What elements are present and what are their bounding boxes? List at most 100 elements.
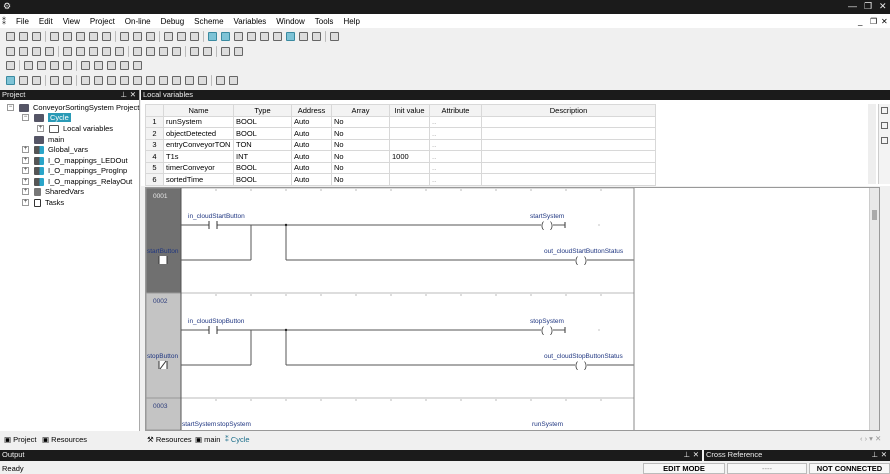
- grid2-icon[interactable]: [203, 47, 212, 56]
- table-row[interactable]: 6 sortedTime BOOL Auto No..: [145, 173, 656, 186]
- ladder-editor[interactable]: 0001 in_cloudStartButton startButton() star…: [145, 187, 880, 431]
- tree-item-local-variables[interactable]: + Local variables: [37, 124, 113, 133]
- table-row[interactable]: 4 T1s INT Auto No 1000..: [145, 150, 656, 163]
- view-tasks-icon[interactable]: [299, 32, 308, 41]
- scroll-thumb[interactable]: [872, 210, 877, 220]
- table-cell[interactable]: entryConveyorTON: [163, 138, 234, 151]
- save-icon[interactable]: [32, 32, 41, 41]
- menu-scheme[interactable]: Scheme: [194, 17, 223, 26]
- tree-item-global-vars[interactable]: + Global_vars: [22, 145, 88, 154]
- tree-item-main[interactable]: main: [34, 135, 64, 144]
- col-address[interactable]: Address: [291, 104, 332, 117]
- col-init-value[interactable]: Init value: [389, 104, 430, 117]
- menu-online[interactable]: On-line: [125, 17, 151, 26]
- flash-icon[interactable]: [115, 47, 124, 56]
- tree-item-io-ledout[interactable]: + I_O_mappings_LEDOut: [22, 156, 128, 165]
- disconnect-icon[interactable]: [45, 47, 54, 56]
- tree-item-io-proginp[interactable]: + I_O_mappings_ProgInp: [22, 166, 127, 175]
- table-cell[interactable]: Auto: [291, 173, 332, 186]
- table-icon[interactable]: [172, 47, 181, 56]
- menu-project[interactable]: Project: [90, 17, 115, 26]
- table-cell[interactable]: ..: [429, 127, 482, 140]
- table-cell[interactable]: ..: [429, 138, 482, 151]
- network-icon[interactable]: [881, 137, 888, 144]
- table-cell[interactable]: [481, 161, 656, 174]
- rung-number-cell[interactable]: [146, 292, 182, 399]
- table-cell[interactable]: BOOL: [233, 173, 292, 186]
- table-row[interactable]: 5 timerConveyor BOOL Auto No..: [145, 161, 656, 174]
- connect-icon[interactable]: [32, 47, 41, 56]
- table-cell[interactable]: No: [331, 138, 390, 151]
- view-output-icon[interactable]: [234, 32, 243, 41]
- back-icon[interactable]: [221, 47, 230, 56]
- menu-tools[interactable]: Tools: [315, 17, 334, 26]
- undo-icon[interactable]: [50, 32, 59, 41]
- tree-item-shared-vars[interactable]: + SharedVars: [22, 187, 84, 196]
- table-cell[interactable]: Auto: [291, 115, 332, 128]
- graph-icon[interactable]: [159, 47, 168, 56]
- download-icon[interactable]: [6, 47, 15, 56]
- mdi-restore-button[interactable]: ❐: [870, 17, 877, 26]
- find-in-project-icon[interactable]: [146, 32, 155, 41]
- compile-icon[interactable]: [164, 32, 173, 41]
- col-attribute[interactable]: Attribute: [429, 104, 482, 117]
- run-icon[interactable]: [76, 47, 85, 56]
- table-cell[interactable]: runSystem: [163, 115, 234, 128]
- menu-variables[interactable]: Variables: [234, 17, 267, 26]
- label-icon[interactable]: [146, 76, 155, 85]
- print-preview-icon[interactable]: [190, 32, 199, 41]
- watch-icon[interactable]: [133, 47, 142, 56]
- table-scrollbar[interactable]: [868, 104, 876, 184]
- rung-number-cell[interactable]: [146, 188, 182, 294]
- branch-icon[interactable]: [198, 76, 207, 85]
- play-icon[interactable]: [107, 61, 116, 70]
- indent-icon[interactable]: [229, 76, 238, 85]
- table-cell[interactable]: [481, 127, 656, 140]
- hand-icon[interactable]: [120, 61, 129, 70]
- table-cell[interactable]: ..: [429, 150, 482, 163]
- tab-project[interactable]: ▣ Project: [4, 435, 37, 444]
- forward-icon[interactable]: [234, 47, 243, 56]
- view-xref-icon[interactable]: [260, 32, 269, 41]
- table-cell[interactable]: sortedTime: [163, 173, 234, 186]
- table-cell[interactable]: [389, 173, 430, 186]
- pin-icon[interactable]: ⊥: [871, 450, 878, 460]
- col-description[interactable]: Description: [481, 104, 656, 117]
- constant-icon[interactable]: [107, 76, 116, 85]
- reset-icon[interactable]: [102, 47, 111, 56]
- pause-icon[interactable]: [89, 47, 98, 56]
- upload-icon[interactable]: [19, 47, 28, 56]
- grid-icon[interactable]: [881, 107, 888, 114]
- editor-tab-resources[interactable]: ⚒ Resources: [147, 435, 192, 444]
- view-search-icon[interactable]: [312, 32, 321, 41]
- new-icon[interactable]: [6, 32, 15, 41]
- close-button[interactable]: ✕: [879, 1, 887, 12]
- view-project-icon[interactable]: [208, 32, 217, 41]
- minimize-button[interactable]: —: [848, 1, 857, 11]
- col-array[interactable]: Array: [331, 104, 390, 117]
- coil-icon[interactable]: [133, 76, 142, 85]
- menu-file[interactable]: File: [16, 17, 29, 26]
- table-cell[interactable]: 6: [145, 173, 164, 186]
- table-cell[interactable]: [389, 138, 430, 151]
- table-cell[interactable]: timerConveyor: [163, 161, 234, 174]
- editor-tab-main[interactable]: ▣ main: [195, 435, 220, 444]
- table-cell[interactable]: [389, 161, 430, 174]
- zoom-in-icon[interactable]: [50, 76, 59, 85]
- table-cell[interactable]: BOOL: [233, 161, 292, 174]
- menu-window[interactable]: Window: [276, 17, 304, 26]
- table-cell[interactable]: ..: [429, 161, 482, 174]
- tree-item-io-relayout[interactable]: + I_O_mappings_RelayOut: [22, 177, 132, 186]
- close-icon[interactable]: ✕: [130, 90, 136, 100]
- table-row[interactable]: 2 objectDetected BOOL Auto No..: [145, 127, 656, 140]
- select-pointer-icon[interactable]: [6, 76, 15, 85]
- find-icon[interactable]: [120, 32, 129, 41]
- vertical-scrollbar[interactable]: [869, 188, 879, 430]
- zoom-icon[interactable]: [32, 76, 41, 85]
- table-cell[interactable]: ..: [429, 115, 482, 128]
- paste-icon[interactable]: [102, 32, 111, 41]
- open-icon[interactable]: [19, 32, 28, 41]
- table-cell[interactable]: BOOL: [233, 127, 292, 140]
- table-row[interactable]: 3 entryConveyorTON TON Auto No..: [145, 138, 656, 151]
- table-cell[interactable]: No: [331, 115, 390, 128]
